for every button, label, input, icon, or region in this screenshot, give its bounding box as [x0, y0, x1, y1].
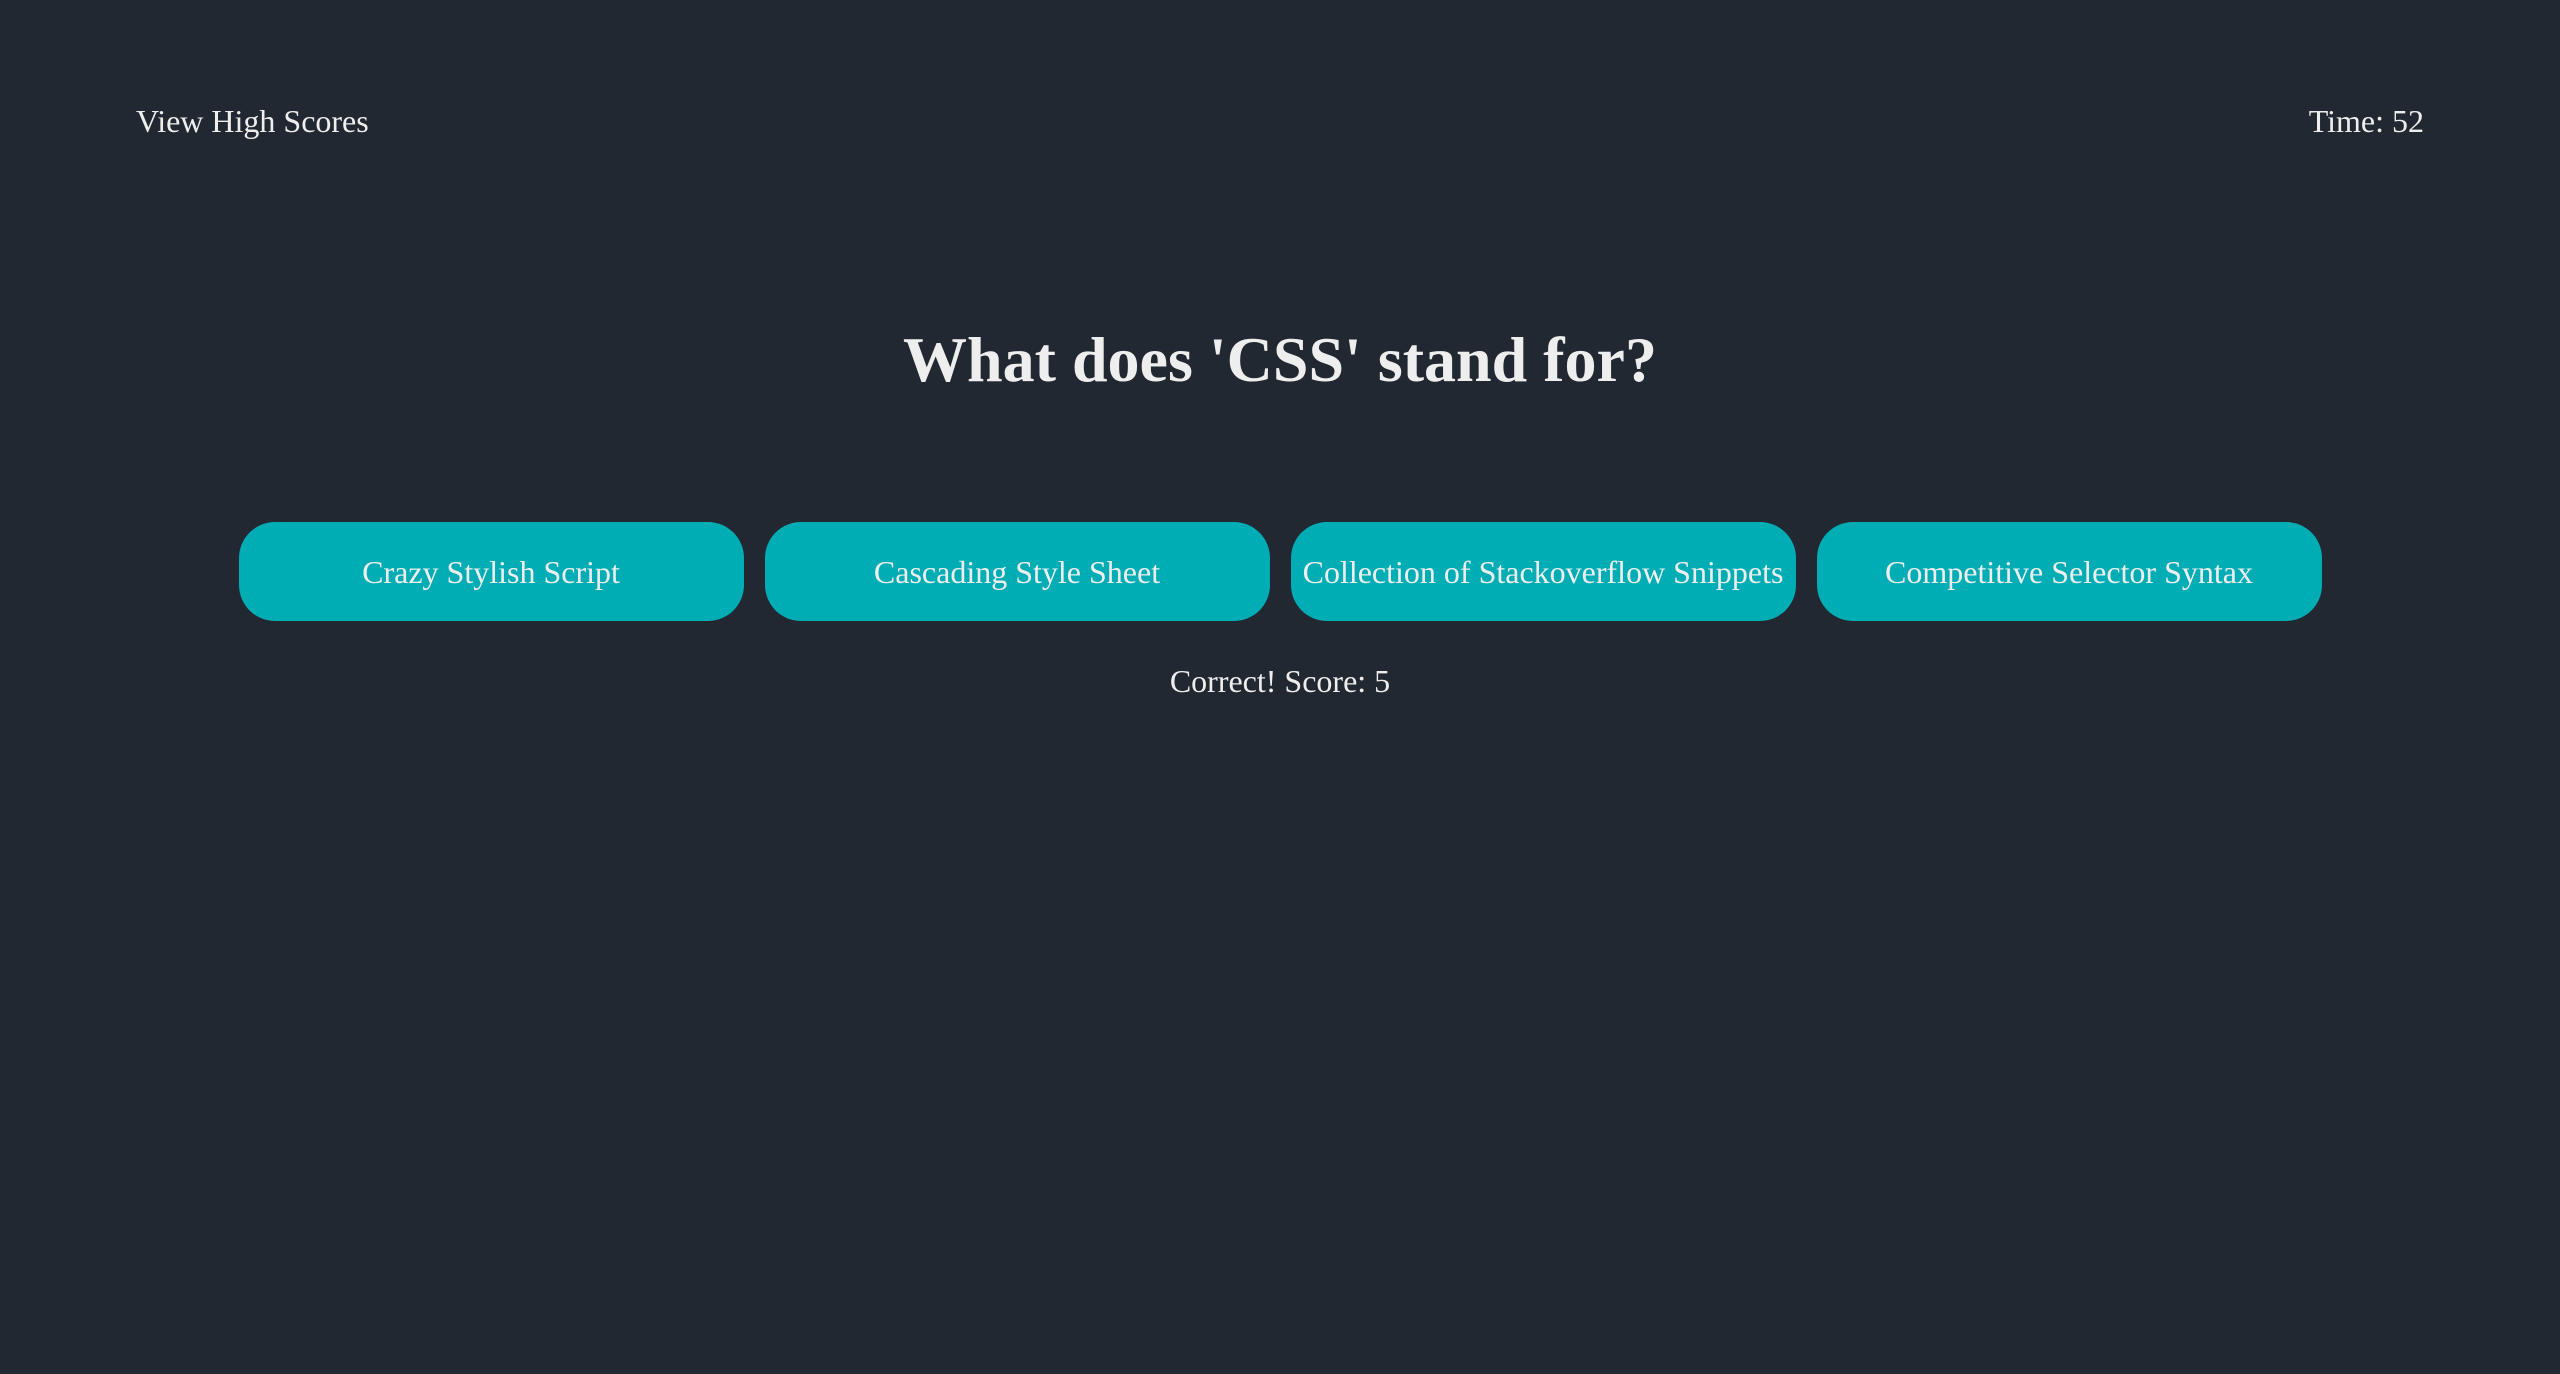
answer-choice-button[interactable]: Competitive Selector Syntax — [1816, 522, 2322, 621]
question-title: What does 'CSS' stand for? — [903, 324, 1657, 395]
answer-choice-button[interactable]: Crazy Stylish Script — [238, 522, 744, 621]
view-high-scores-link[interactable]: View High Scores — [136, 100, 369, 142]
answer-choice-button[interactable]: Collection of Stackoverflow Snippets — [1290, 522, 1796, 621]
quiz-container: What does 'CSS' stand for? — [0, 320, 2560, 400]
answer-choice-button[interactable]: Cascading Style Sheet — [764, 522, 1270, 621]
answer-choices: Crazy Stylish Script Cascading Style She… — [0, 522, 2560, 621]
timer: Time: 52 — [2308, 103, 2424, 139]
answer-feedback: Correct! Score: 5 — [1169, 663, 1391, 699]
header: View High Scores Time: 52 — [0, 0, 2560, 240]
